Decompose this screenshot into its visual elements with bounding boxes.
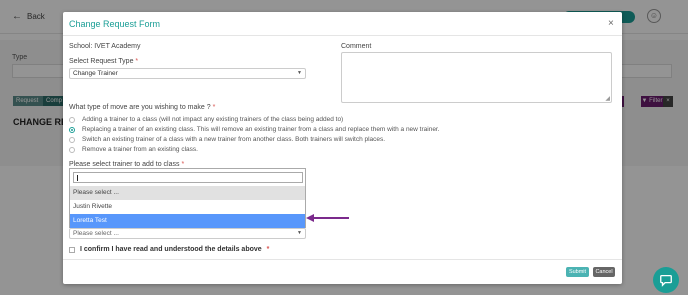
- move-option-remove[interactable]: Remove a trainer from an existing class.: [69, 146, 198, 153]
- required-mark: *: [212, 104, 216, 111]
- confirm-checkbox-row[interactable]: I confirm I have read and understood the…: [69, 246, 269, 253]
- radio-button-selected[interactable]: [69, 126, 75, 133]
- caret-down-icon: ▼: [297, 230, 302, 236]
- dropdown-option-highlighted[interactable]: Loretta Test: [70, 214, 305, 228]
- move-option-add[interactable]: Adding a trainer to a class (will not im…: [69, 116, 343, 123]
- request-type-label-text: Select Request Type: [69, 58, 134, 65]
- request-type-label: Select Request Type *: [69, 58, 138, 65]
- chat-bubble[interactable]: [653, 267, 679, 293]
- trainer-label: Please select trainer to add to class *: [69, 161, 184, 168]
- comment-textarea[interactable]: ◢: [341, 52, 612, 103]
- radio-button[interactable]: [69, 146, 75, 153]
- move-question-text: What type of move are you wishing to mak…: [69, 104, 211, 111]
- cancel-button[interactable]: Cancel: [593, 267, 615, 277]
- dropdown-search-input[interactable]: [73, 172, 303, 183]
- modal-title: Change Request Form: [69, 19, 161, 29]
- confirm-label: I confirm I have read and understood the…: [80, 246, 262, 253]
- move-option-label: Remove a trainer from an existing class.: [82, 146, 198, 153]
- chat-icon: [660, 274, 672, 287]
- request-type-select[interactable]: Change Trainer ▼: [69, 68, 306, 79]
- required-mark: *: [266, 246, 270, 253]
- move-option-label: Switch an existing trainer of a class wi…: [82, 136, 386, 143]
- trainer-label-text: Please select trainer to add to class: [69, 161, 180, 168]
- submit-button[interactable]: Submit: [566, 267, 589, 277]
- trainer-dropdown: Please select ... Justin Rivette Loretta…: [69, 168, 306, 228]
- second-trainer-select[interactable]: Please select ... ▼: [69, 228, 306, 239]
- move-option-label: Adding a trainer to a class (will not im…: [82, 116, 344, 123]
- required-mark: *: [181, 161, 185, 168]
- close-icon[interactable]: ×: [608, 18, 614, 29]
- resize-handle-icon[interactable]: ◢: [605, 95, 610, 102]
- modal-header: Change Request Form ×: [63, 12, 622, 36]
- dropdown-option[interactable]: Justin Rivette: [70, 200, 305, 214]
- radio-button[interactable]: [69, 136, 75, 143]
- text-cursor: [77, 175, 78, 181]
- footer-divider: [63, 259, 622, 260]
- radio-button[interactable]: [69, 116, 75, 123]
- change-request-modal: Change Request Form × School: IVET Acade…: [63, 12, 622, 284]
- school-label: School: IVET Academy: [69, 43, 141, 50]
- required-mark: *: [135, 58, 139, 65]
- dropdown-option-placeholder[interactable]: Please select ...: [70, 186, 305, 200]
- select-placeholder: Please select ...: [73, 230, 119, 237]
- move-question: What type of move are you wishing to mak…: [69, 104, 215, 111]
- move-option-replace[interactable]: Replacing a trainer of an existing class…: [69, 126, 440, 133]
- annotation-arrow-icon: [306, 214, 349, 222]
- move-option-switch[interactable]: Switch an existing trainer of a class wi…: [69, 136, 385, 143]
- caret-down-icon: ▼: [297, 70, 302, 76]
- request-type-value: Change Trainer: [73, 70, 118, 77]
- confirm-checkbox[interactable]: [69, 246, 75, 253]
- move-option-label: Replacing a trainer of an existing class…: [82, 126, 440, 133]
- comment-label: Comment: [341, 43, 372, 50]
